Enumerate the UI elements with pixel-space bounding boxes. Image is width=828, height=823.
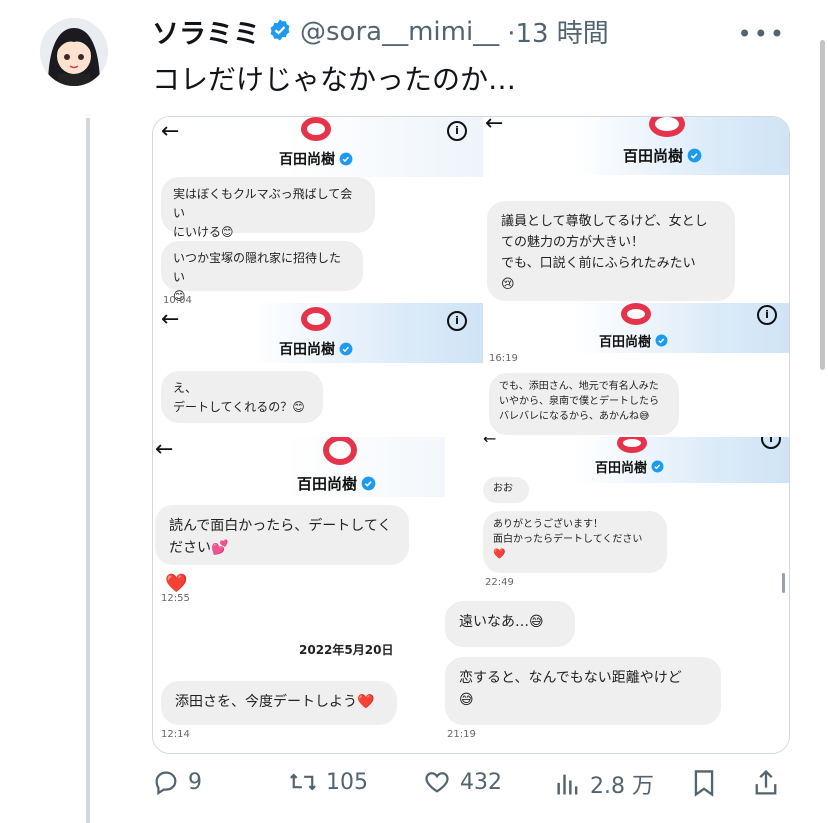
profile-ring-icon: [301, 117, 331, 141]
message-bubble: でも、添田さん、地元で有名人みた いやから、泉南で僕とデートしたら バレバレにな…: [489, 373, 679, 435]
message-bubble: 読んで面白かったら、デートしてく ださい💕: [155, 505, 409, 565]
verified-badge-icon: [651, 460, 664, 473]
message-bubble: 実はぼくもクルマぶっ飛ばして会い にいける😊: [161, 177, 375, 239]
dm-screenshot-3: ← 百田尚樹 i え、 デートしてくれるの？😊: [153, 303, 483, 437]
verified-badge-icon: [268, 18, 292, 46]
media-scrollbar[interactable]: [782, 573, 785, 593]
back-arrow-icon: ←: [483, 437, 497, 448]
message-bubble: 恋すると、なんでもない距離やけど 😅: [445, 657, 721, 725]
back-arrow-icon: ←: [485, 117, 504, 136]
retweet-icon: [290, 773, 316, 791]
retweet-button[interactable]: 105: [288, 768, 368, 796]
verified-badge-icon: [655, 334, 668, 347]
message-time: 10:04: [163, 295, 192, 303]
message-time: 12:55: [161, 593, 190, 604]
message-time: 22:49: [485, 577, 514, 588]
message-bubble: いつか宝塚の隠れ家に招待したい 😊: [161, 241, 363, 303]
info-icon: i: [757, 305, 777, 325]
date-separator: 2022年5月20日: [299, 643, 394, 657]
contact-name: 百田尚樹: [595, 457, 664, 476]
display-name[interactable]: ソラミミ: [152, 12, 260, 51]
reply-button[interactable]: 9: [152, 768, 202, 796]
info-icon: i: [447, 311, 467, 331]
info-icon: i: [447, 121, 467, 141]
dm-screenshot-4: 百田尚樹 i 16:19 でも、添田さん、地元で有名人みた いやから、泉南で僕と…: [483, 303, 789, 437]
tweet-media[interactable]: ← 百田尚樹 i 実はぼくもクルマぶっ飛ばして会い にいける😊 いつか宝塚の隠れ…: [152, 116, 790, 754]
share-button[interactable]: [752, 768, 780, 798]
tweet-text: コレだけじゃなかったのか…: [152, 63, 517, 96]
contact-name: 百田尚樹: [623, 145, 702, 166]
dm-screenshot-6: ← 百田尚樹 i おお ありがとうございます！ 面白かったらデートしてください …: [445, 437, 789, 753]
bookmark-icon: [694, 770, 714, 797]
message-time: 16:19: [489, 353, 518, 364]
timestamp[interactable]: ·13 時間: [507, 13, 609, 50]
contact-name: 百田尚樹: [279, 149, 353, 169]
avatar[interactable]: [40, 18, 108, 86]
back-arrow-icon: ←: [161, 119, 180, 144]
heart-reaction-icon: ❤️: [165, 573, 188, 594]
message-bubble: 遠いなあ…😅: [445, 601, 575, 647]
profile-ring-icon: [621, 303, 651, 325]
reply-icon: [155, 771, 177, 796]
heart-icon: [425, 772, 449, 793]
back-arrow-icon: ←: [161, 307, 180, 332]
message-bubble: おお: [483, 477, 529, 503]
bookmark-button[interactable]: [690, 768, 718, 798]
contact-name: 百田尚樹: [279, 339, 353, 359]
analytics-icon: [557, 774, 578, 795]
message-time: 12:14: [161, 729, 190, 740]
views-button[interactable]: 2.8 万: [554, 768, 654, 800]
contact-name: 百田尚樹: [599, 331, 668, 350]
views-count: 2.8 万: [590, 774, 654, 799]
page-scrollbar[interactable]: [820, 40, 825, 370]
dm-screenshot-5: ← 百田尚樹 読んで面白かったら、デートしてく ださい💕 ❤️ 12:55 20…: [153, 437, 445, 753]
tweet-header: ソラミミ @sora__mimi__ ·13 時間: [152, 12, 609, 51]
verified-badge-icon: [339, 152, 353, 166]
dm-screenshot-1: ← 百田尚樹 i 実はぼくもクルマぶっ飛ばして会い にいける😊 いつか宝塚の隠れ…: [153, 117, 483, 303]
contact-name: 百田尚樹: [297, 473, 376, 494]
back-arrow-icon: ←: [155, 437, 174, 462]
verified-badge-icon: [687, 148, 702, 163]
reply-count: 9: [188, 769, 202, 795]
message-bubble: え、 デートしてくれるの？😊: [161, 371, 323, 423]
message-bubble: ありがとうございます！ 面白かったらデートしてください ❤️: [483, 511, 667, 573]
message-bubble: 添田さを、今度デートしよう❤️: [161, 681, 397, 725]
message-time: 21:19: [447, 729, 476, 740]
like-button[interactable]: 432: [422, 768, 502, 796]
verified-badge-icon: [361, 476, 376, 491]
handle[interactable]: @sora__mimi__: [300, 17, 499, 47]
like-count: 432: [460, 769, 502, 795]
profile-ring-icon: [301, 307, 331, 331]
dm-screenshot-2: ← 百田尚樹 議員として尊敬してるけど、女とし ての魅力の方が大きい！ でも、口…: [483, 117, 789, 303]
thread-line: [86, 118, 90, 823]
verified-badge-icon: [339, 342, 353, 356]
message-bubble: 議員として尊敬してるけど、女とし ての魅力の方が大きい！ でも、口説く前にふられ…: [487, 201, 735, 301]
retweet-count: 105: [326, 769, 368, 795]
tweet-actions: 9 105 432 2.8 万: [152, 768, 792, 808]
more-options-icon[interactable]: •••: [738, 20, 786, 48]
share-icon: [755, 769, 777, 795]
